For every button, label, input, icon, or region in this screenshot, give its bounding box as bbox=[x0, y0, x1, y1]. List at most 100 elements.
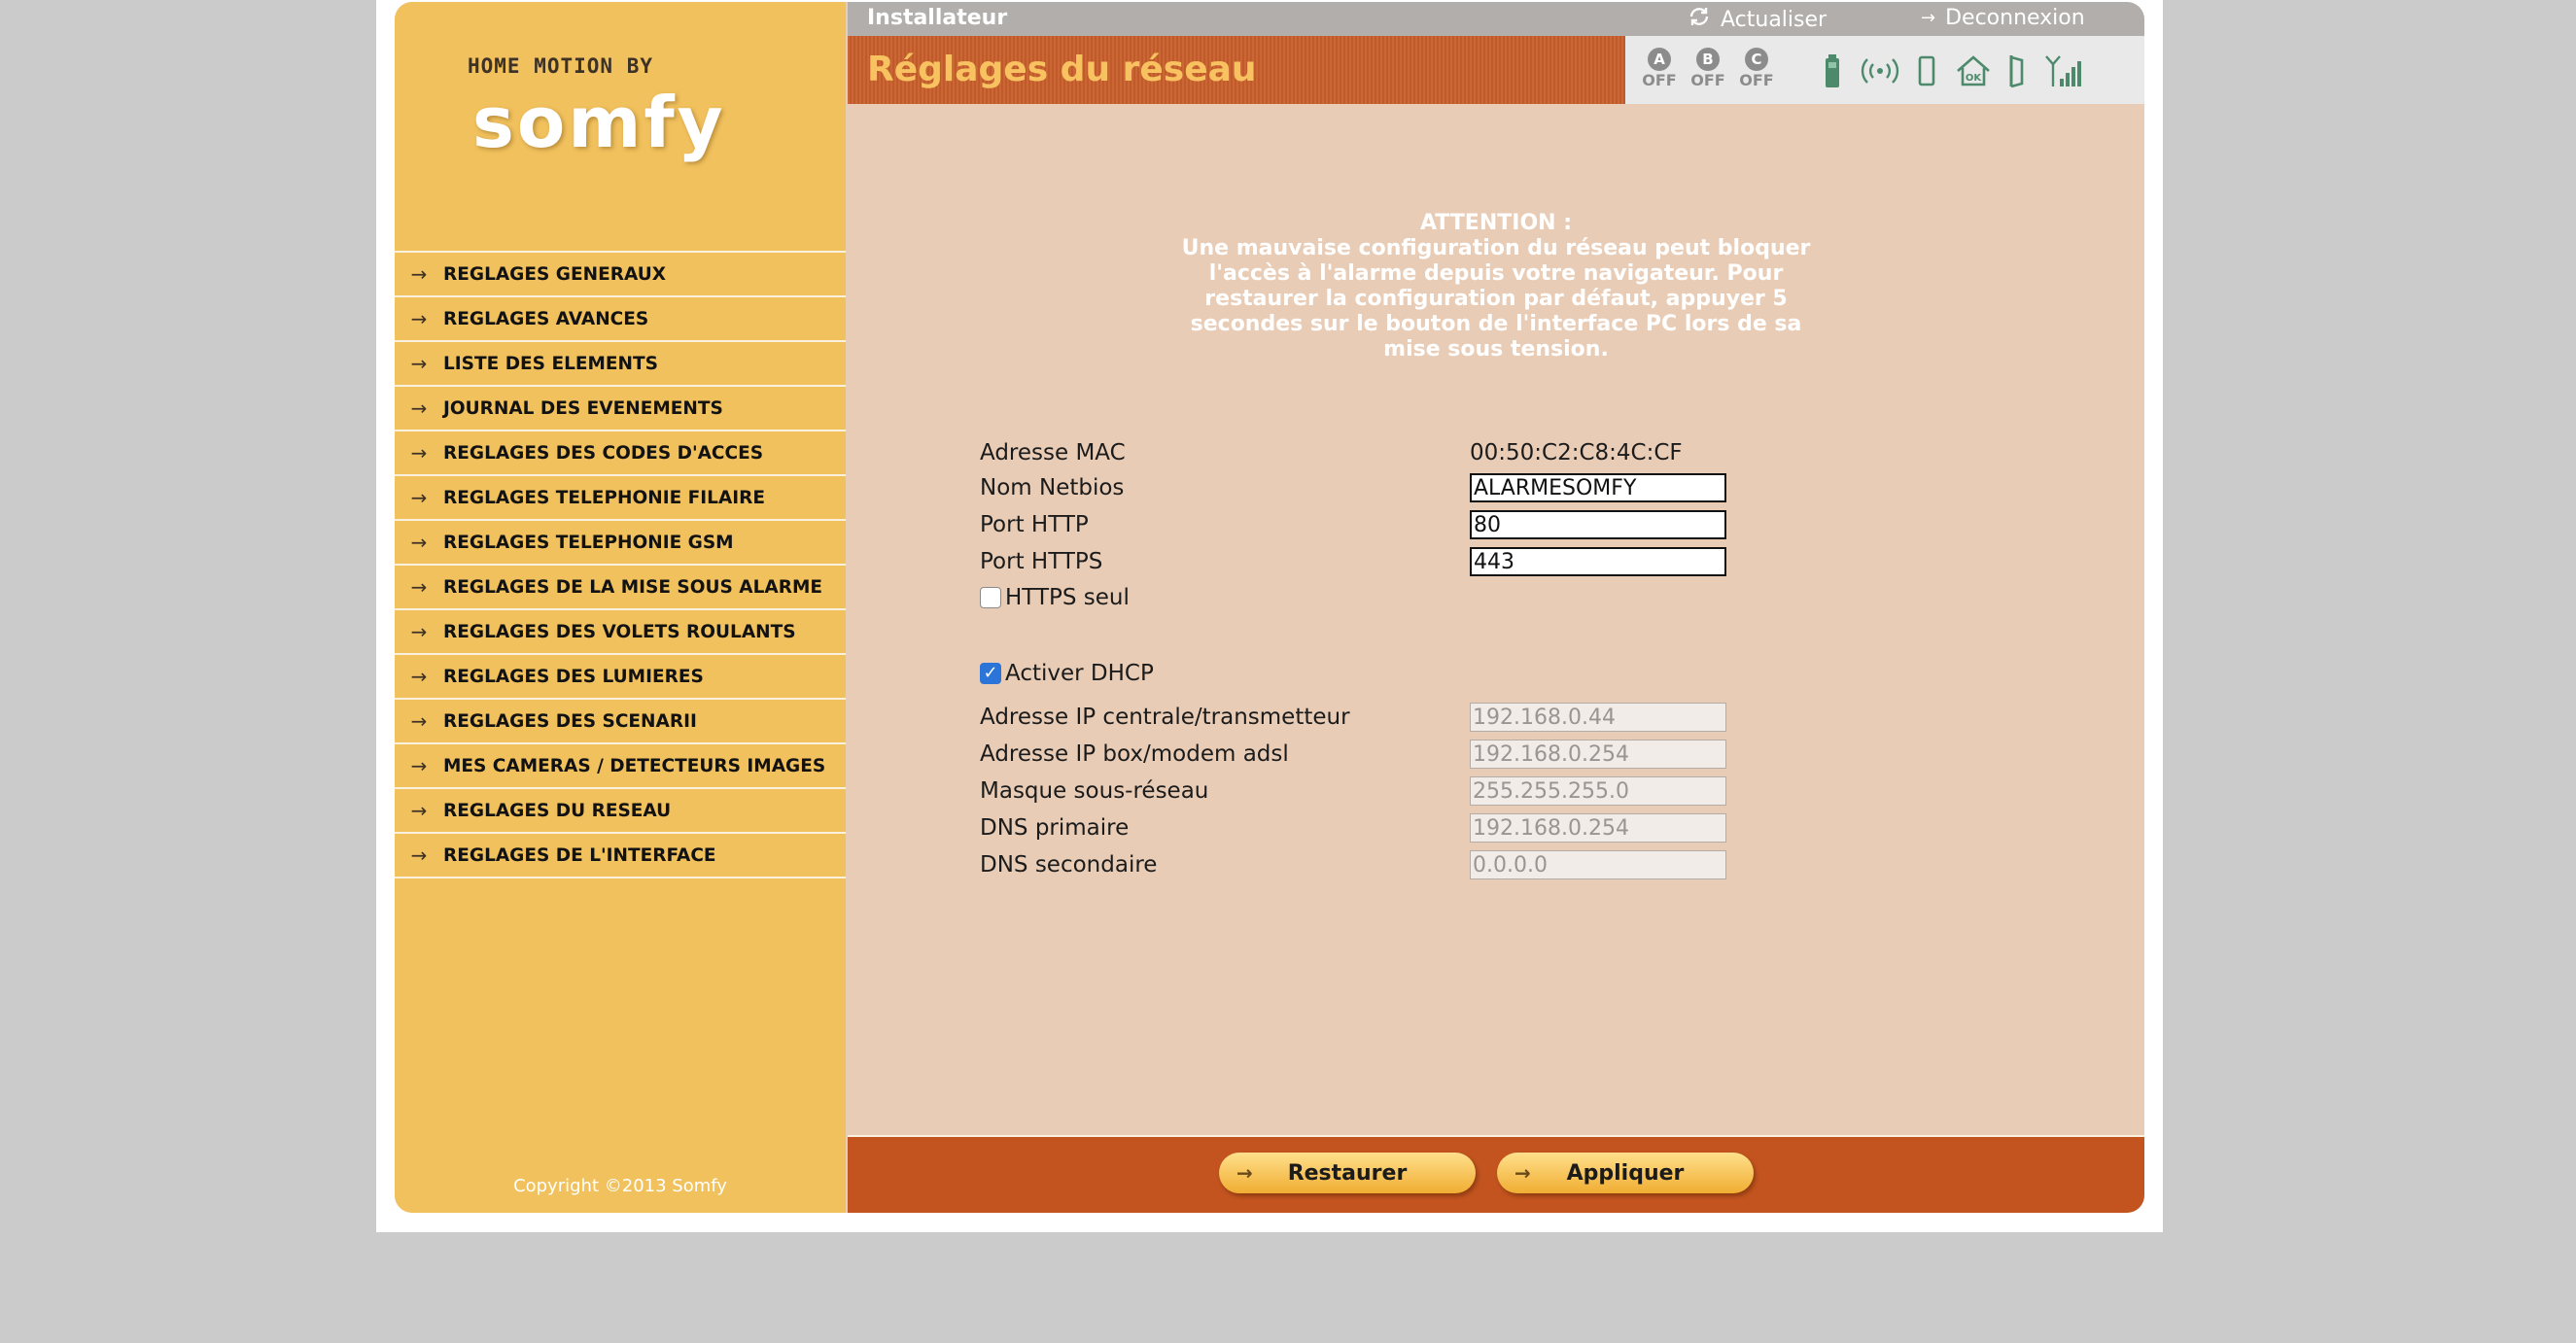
warning-line: secondes sur le bouton de l'interface PC… bbox=[1190, 312, 1802, 336]
ip-central-row: Adresse IP centrale/transmetteur bbox=[980, 699, 1726, 736]
app-frame: HOME MOTION BY somfy → REGLAGES GENERAUX … bbox=[395, 2, 2144, 1213]
http-port-label: Port HTTP bbox=[980, 512, 1089, 537]
http-port-input[interactable] bbox=[1470, 510, 1726, 539]
logo-brand-name: somfy bbox=[472, 82, 726, 163]
sidebar-item-label: LISTE DES ELEMENTS bbox=[443, 353, 658, 374]
arrow-right-icon: → bbox=[410, 799, 428, 822]
warning-line: mise sous tension. bbox=[1383, 337, 1609, 362]
apply-button-label: Appliquer bbox=[1566, 1160, 1685, 1186]
mac-address-row: Adresse MAC 00:50:C2:C8:4C:CF bbox=[980, 434, 1683, 471]
sidebar-item-label: JOURNAL DES EVENEMENTS bbox=[443, 397, 723, 419]
sidebar-item-scenarii[interactable]: → REGLAGES DES SCENARII bbox=[395, 700, 846, 744]
sidebar-item-telephonie-gsm[interactable]: → REGLAGES TELEPHONIE GSM bbox=[395, 521, 846, 566]
door-icon bbox=[2006, 53, 2028, 92]
page-title: Réglages du réseau bbox=[867, 50, 1257, 89]
sidebar-item-telephonie-filaire[interactable]: → REGLAGES TELEPHONIE FILAIRE bbox=[395, 476, 846, 521]
arrow-right-icon: → bbox=[410, 665, 428, 688]
arrow-right-icon: → bbox=[1236, 1161, 1253, 1185]
sidebar-item-cameras[interactable]: → MES CAMERAS / DETECTEURS IMAGES bbox=[395, 744, 846, 789]
sidebar-item-lumieres[interactable]: → REGLAGES DES LUMIERES bbox=[395, 655, 846, 700]
arrow-right-icon: → bbox=[410, 307, 428, 330]
sidebar-item-liste-elements[interactable]: → LISTE DES ELEMENTS bbox=[395, 342, 846, 387]
dhcp-checkbox[interactable]: ✓ bbox=[980, 663, 1001, 684]
https-port-input[interactable] bbox=[1470, 547, 1726, 576]
arrow-right-icon: → bbox=[410, 709, 428, 733]
title-bar: Réglages du réseau bbox=[848, 36, 1625, 104]
sidebar-item-label: REGLAGES DE LA MISE SOUS ALARME bbox=[443, 576, 822, 598]
restore-button-label: Restaurer bbox=[1287, 1160, 1408, 1186]
apply-button[interactable]: → Appliquer bbox=[1497, 1153, 1754, 1193]
subnet-mask-row: Masque sous-réseau bbox=[980, 773, 1726, 809]
https-only-label: HTTPS seul bbox=[1005, 585, 1130, 610]
https-only-checkbox-row: HTTPS seul bbox=[980, 585, 1130, 610]
arrow-right-icon: → bbox=[410, 531, 428, 554]
sidebar-menu: → REGLAGES GENERAUX → REGLAGES AVANCES → LI… bbox=[395, 251, 846, 878]
arrow-right-icon: → bbox=[1514, 1161, 1531, 1185]
zone-b-icon: B bbox=[1696, 48, 1720, 71]
sidebar-item-label: REGLAGES GENERAUX bbox=[443, 263, 666, 285]
arrow-right-icon: → bbox=[410, 620, 428, 643]
warning-message: ATTENTION : Une mauvaise configuration d… bbox=[1139, 211, 1853, 362]
copyright-text: Copyright ©2013 Somfy bbox=[513, 1176, 727, 1196]
https-port-row: Port HTTPS bbox=[980, 543, 1726, 580]
sidebar-item-interface[interactable]: → REGLAGES DE L'INTERFACE bbox=[395, 834, 846, 878]
logout-link[interactable]: → Deconnexion bbox=[1921, 6, 2085, 30]
somfy-logo: HOME MOTION BY somfy bbox=[395, 2, 846, 249]
dns-primary-row: DNS primaire bbox=[980, 809, 1726, 846]
refresh-label: Actualiser bbox=[1721, 7, 1828, 32]
sidebar-item-reglages-generaux[interactable]: → REGLAGES GENERAUX bbox=[395, 253, 846, 297]
action-bar: → Restaurer → Appliquer bbox=[848, 1135, 2144, 1213]
sidebar-item-reglages-avances[interactable]: → REGLAGES AVANCES bbox=[395, 297, 846, 342]
refresh-link[interactable]: Actualiser bbox=[1688, 6, 1827, 33]
sidebar-item-label: REGLAGES DES SCENARII bbox=[443, 710, 697, 732]
netbios-input[interactable] bbox=[1470, 473, 1726, 502]
subnet-mask-input[interactable] bbox=[1470, 776, 1726, 806]
sidebar-item-label: REGLAGES DE L'INTERFACE bbox=[443, 844, 716, 866]
warning-line: l'accès à l'alarme depuis votre navigate… bbox=[1208, 261, 1784, 286]
svg-text:OK: OK bbox=[1966, 73, 1983, 84]
restore-button[interactable]: → Restaurer bbox=[1219, 1153, 1476, 1193]
arrow-right-icon: → bbox=[1921, 8, 1936, 28]
https-port-label: Port HTTPS bbox=[980, 549, 1103, 574]
sidebar-item-label: REGLAGES DES LUMIERES bbox=[443, 666, 704, 687]
zone-c-state: OFF bbox=[1739, 71, 1774, 89]
sidebar-item-label: REGLAGES AVANCES bbox=[443, 308, 649, 329]
warning-line: restaurer la configuration par défaut, a… bbox=[1204, 287, 1788, 311]
dns-primary-input[interactable] bbox=[1470, 813, 1726, 843]
mac-address-label: Adresse MAC bbox=[980, 440, 1126, 465]
sidebar-item-label: MES CAMERAS / DETECTEURS IMAGES bbox=[443, 755, 826, 776]
sidebar-item-label: REGLAGES DES CODES D'ACCES bbox=[443, 442, 764, 464]
dns-secondary-input[interactable] bbox=[1470, 850, 1726, 879]
sidebar-item-reseau[interactable]: → REGLAGES DU RESEAU bbox=[395, 789, 846, 834]
ip-central-input[interactable] bbox=[1470, 703, 1726, 732]
ip-box-row: Adresse IP box/modem adsl bbox=[980, 736, 1726, 773]
sidebar-item-codes-acces[interactable]: → REGLAGES DES CODES D'ACCES bbox=[395, 431, 846, 476]
dns-secondary-label: DNS secondaire bbox=[980, 852, 1158, 878]
dns-secondary-row: DNS secondaire bbox=[980, 846, 1726, 883]
sidebar-item-journal-evenements[interactable]: → JOURNAL DES EVENEMENTS bbox=[395, 387, 846, 431]
sidebar-item-volets-roulants[interactable]: → REGLAGES DES VOLETS ROULANTS bbox=[395, 610, 846, 655]
warning-title: ATTENTION : bbox=[1419, 211, 1573, 235]
netbios-label: Nom Netbios bbox=[980, 475, 1125, 500]
zone-a-state: OFF bbox=[1642, 71, 1677, 89]
sidebar: HOME MOTION BY somfy → REGLAGES GENERAUX … bbox=[395, 2, 846, 1213]
warning-line: Une mauvaise configuration du réseau peu… bbox=[1181, 236, 1811, 260]
sidebar-item-label: REGLAGES TELEPHONIE FILAIRE bbox=[443, 487, 766, 508]
arrow-right-icon: → bbox=[410, 262, 428, 286]
user-role: Installateur bbox=[867, 6, 1008, 30]
arrow-right-icon: → bbox=[410, 441, 428, 465]
top-bar: Installateur Actualiser → Deconnexion bbox=[848, 2, 2144, 36]
arrow-right-icon: → bbox=[410, 352, 428, 375]
dhcp-label: Activer DHCP bbox=[1005, 661, 1154, 686]
sidebar-item-mise-sous-alarme[interactable]: → REGLAGES DE LA MISE SOUS ALARME bbox=[395, 566, 846, 610]
zone-c-icon: C bbox=[1745, 48, 1768, 71]
ip-central-label: Adresse IP centrale/transmetteur bbox=[980, 705, 1350, 730]
tamper-icon bbox=[1917, 53, 1936, 92]
ip-box-input[interactable] bbox=[1470, 740, 1726, 769]
https-only-checkbox[interactable] bbox=[980, 587, 1001, 608]
arrow-right-icon: → bbox=[410, 844, 428, 867]
zone-a-icon: A bbox=[1648, 48, 1671, 71]
zone-a-status: A OFF bbox=[1637, 48, 1682, 90]
refresh-icon bbox=[1688, 6, 1711, 33]
checkmark-icon: ✓ bbox=[983, 663, 998, 683]
